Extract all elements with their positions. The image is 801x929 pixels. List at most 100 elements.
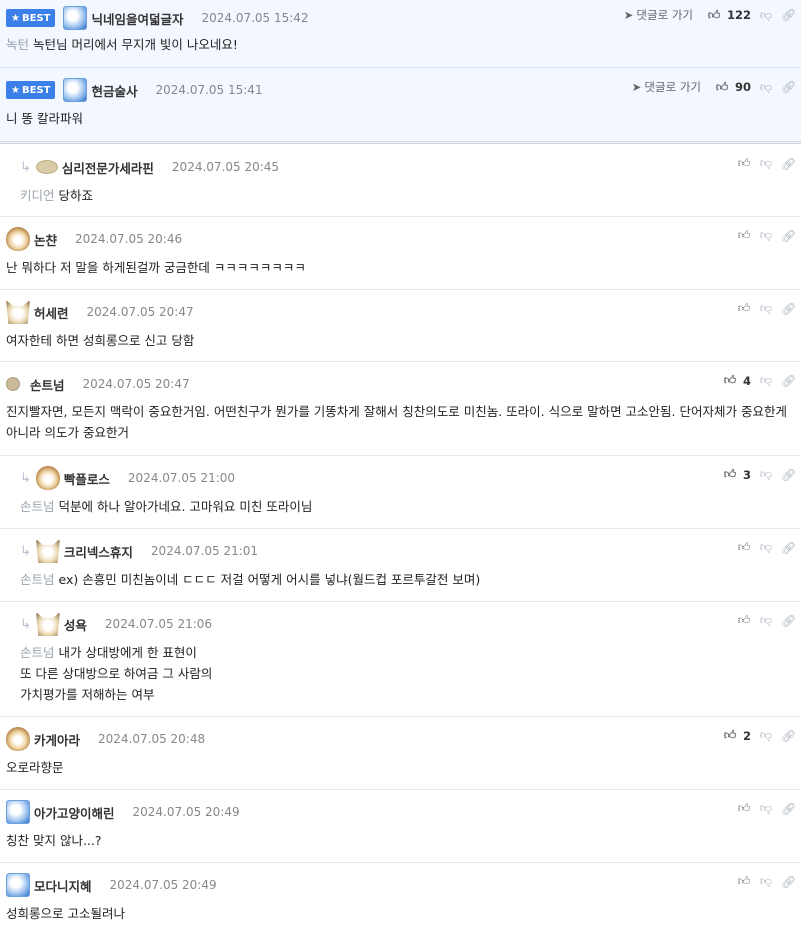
- link-icon[interactable]: 🔗︎: [781, 80, 796, 94]
- best-badge: ★ BEST: [6, 9, 56, 27]
- thumbs-down-icon[interactable]: 👎︎: [759, 373, 773, 388]
- comment-item: ↳ 크리넥스휴지 2024.07.05 21:01 👍︎ 👎︎ 🔗︎ 손트넘 ex…: [0, 529, 801, 602]
- link-icon[interactable]: 🔗︎: [781, 302, 796, 316]
- nickname[interactable]: 아가고양이해린: [34, 803, 115, 822]
- thumbs-up-icon[interactable]: 👍︎: [737, 301, 751, 316]
- avatar[interactable]: [63, 78, 88, 102]
- mention: 녹턴: [6, 37, 30, 52]
- nickname[interactable]: 논챤: [34, 230, 57, 249]
- nickname[interactable]: 심리전문가세라핀: [62, 158, 154, 177]
- link-icon[interactable]: 🔗︎: [781, 875, 796, 889]
- comment-text: 성희롱으로 고소될려나: [6, 906, 125, 921]
- like-button[interactable]: 👍︎ 4: [723, 373, 751, 388]
- comment-item: ↳ 성욕 2024.07.05 21:06 👍︎ 👎︎ 🔗︎ 손트넘 내가 상대방…: [0, 602, 801, 717]
- avatar[interactable]: [6, 800, 30, 824]
- thumbs-down-icon[interactable]: 👎︎: [759, 540, 773, 555]
- comment-item: ★ BEST 현금술사 2024.07.05 15:41 ➤ 댓글로 가기 👍︎ 90…: [0, 68, 801, 144]
- reply-arrow-icon: ↳: [20, 543, 31, 559]
- timestamp: 2024.07.05 20:45: [171, 160, 280, 174]
- thumbs-down-icon[interactable]: 👎︎: [759, 613, 773, 628]
- timestamp: 2024.07.05 21:00: [127, 471, 236, 485]
- thumbs-up-icon[interactable]: 👍︎: [737, 801, 751, 816]
- reply-arrow-icon: ↳: [20, 159, 31, 175]
- thumbs-up-icon: 👍︎: [723, 467, 737, 481]
- star-icon: ★: [11, 84, 20, 96]
- like-button[interactable]: 👍︎ 90: [715, 80, 751, 95]
- nickname[interactable]: 허세련: [34, 303, 69, 322]
- timestamp: 2024.07.05 15:41: [155, 83, 263, 97]
- nickname[interactable]: 닉네임을여덟글자: [91, 9, 183, 28]
- thumbs-up-icon: 👍︎: [715, 79, 729, 94]
- nickname[interactable]: 빡플로스: [64, 469, 110, 488]
- link-icon[interactable]: 🔗︎: [781, 468, 796, 482]
- goto-comment-link[interactable]: ➤ 댓글로 가기: [632, 79, 701, 95]
- nickname[interactable]: 현금술사: [91, 81, 137, 100]
- mention: 손트넘: [20, 572, 55, 587]
- mention: 키디언: [20, 188, 55, 203]
- thumbs-down-icon[interactable]: 👎︎: [759, 874, 773, 889]
- timestamp: 2024.07.05 20:48: [98, 732, 206, 746]
- avatar[interactable]: [63, 6, 88, 30]
- link-icon[interactable]: 🔗︎: [781, 729, 796, 743]
- thumbs-down-icon[interactable]: 👎︎: [759, 801, 773, 816]
- timestamp: 2024.07.05 21:06: [104, 617, 213, 631]
- timestamp: 2024.07.05 20:49: [132, 805, 240, 819]
- thumbs-down-icon[interactable]: 👎︎: [759, 8, 773, 23]
- timestamp: 2024.07.05 20:47: [86, 305, 194, 319]
- like-button[interactable]: 👍︎ 2: [723, 728, 751, 743]
- comment-item: 손트넘 2024.07.05 20:47 👍︎ 4 👎︎ 🔗︎ 진지빨자면, 모든…: [0, 362, 801, 456]
- thumbs-up-icon[interactable]: 👍︎: [737, 156, 751, 171]
- reply-arrow-icon: ↳: [20, 470, 31, 486]
- avatar[interactable]: [35, 612, 60, 636]
- like-button[interactable]: 👍︎ 122: [707, 8, 751, 23]
- thumbs-down-icon[interactable]: 👎︎: [759, 228, 773, 243]
- thumbs-up-icon[interactable]: 👍︎: [737, 540, 751, 555]
- timestamp: 2024.07.05 20:47: [82, 377, 190, 391]
- comment-text: 칭찬 맞지 않나...?: [6, 833, 102, 848]
- nickname[interactable]: 성욕: [64, 615, 87, 634]
- nickname[interactable]: 손트넘: [30, 375, 65, 394]
- thumbs-up-icon[interactable]: 👍︎: [737, 228, 751, 243]
- comment-item: 논챤 2024.07.05 20:46 👍︎ 👎︎ 🔗︎ 난 뭐하다 저 말을 …: [0, 217, 801, 290]
- comment-item: ↳ 빡플로스 2024.07.05 21:00 👍︎ 3 👎︎ 🔗︎ 손트넘 덕분에…: [0, 456, 801, 529]
- link-icon[interactable]: 🔗︎: [781, 802, 796, 816]
- link-icon[interactable]: 🔗︎: [781, 374, 796, 388]
- comment-list: ★ BEST 닉네임을여덟글자 2024.07.05 15:42 ➤ 댓글로 가기 …: [0, 0, 801, 923]
- avatar[interactable]: [6, 873, 30, 897]
- thumbs-down-icon[interactable]: 👎︎: [759, 80, 773, 95]
- thumbs-down-icon[interactable]: 👎︎: [759, 728, 773, 743]
- avatar[interactable]: [35, 466, 60, 490]
- avatar[interactable]: [35, 160, 58, 174]
- avatar[interactable]: [35, 539, 60, 563]
- like-button[interactable]: 👍︎ 3: [723, 467, 751, 482]
- link-icon[interactable]: 🔗︎: [781, 541, 796, 555]
- mention: 손트넘: [20, 645, 55, 660]
- comment-item: 아가고양이해린 2024.07.05 20:49 👍︎ 👎︎ 🔗︎ 칭찬 맞지 …: [0, 790, 801, 863]
- thumbs-down-icon[interactable]: 👎︎: [759, 467, 773, 482]
- nickname[interactable]: 카게아라: [34, 730, 80, 749]
- comment-text: 니 똥 칼라파워: [6, 111, 83, 126]
- thumbs-up-icon: 👍︎: [723, 728, 737, 742]
- thumbs-down-icon[interactable]: 👎︎: [759, 156, 773, 171]
- thumbs-down-icon[interactable]: 👎︎: [759, 301, 773, 316]
- avatar[interactable]: [6, 377, 20, 391]
- avatar[interactable]: [6, 727, 30, 751]
- thumbs-up-icon[interactable]: 👍︎: [737, 874, 751, 889]
- nickname[interactable]: 크리넥스휴지: [64, 542, 133, 561]
- comment-text: 오로라향문: [6, 760, 64, 775]
- link-icon[interactable]: 🔗︎: [781, 229, 796, 243]
- comment-text: 난 뭐하다 저 말을 하게된걸까 궁금한데 ㅋㅋㅋㅋㅋㅋㅋㅋ: [6, 260, 306, 275]
- nickname[interactable]: 모다니지혜: [34, 876, 92, 895]
- comment-item: ↳ 심리전문가세라핀 2024.07.05 20:45 👍︎ 👎︎ 🔗︎ 키디언…: [0, 144, 801, 217]
- link-icon[interactable]: 🔗︎: [781, 157, 796, 171]
- arrow-icon: ➤: [623, 8, 634, 22]
- comment-item: 허세련 2024.07.05 20:47 👍︎ 👎︎ 🔗︎ 여자한테 하면 성희…: [0, 290, 801, 362]
- goto-comment-link[interactable]: ➤ 댓글로 가기: [624, 7, 693, 23]
- link-icon[interactable]: 🔗︎: [781, 614, 796, 628]
- avatar[interactable]: [6, 227, 30, 251]
- thumbs-up-icon[interactable]: 👍︎: [737, 613, 751, 628]
- avatar[interactable]: [6, 300, 30, 324]
- thumbs-up-icon: 👍︎: [723, 373, 737, 387]
- thumbs-up-icon: 👍︎: [707, 7, 721, 22]
- link-icon[interactable]: 🔗︎: [781, 8, 796, 22]
